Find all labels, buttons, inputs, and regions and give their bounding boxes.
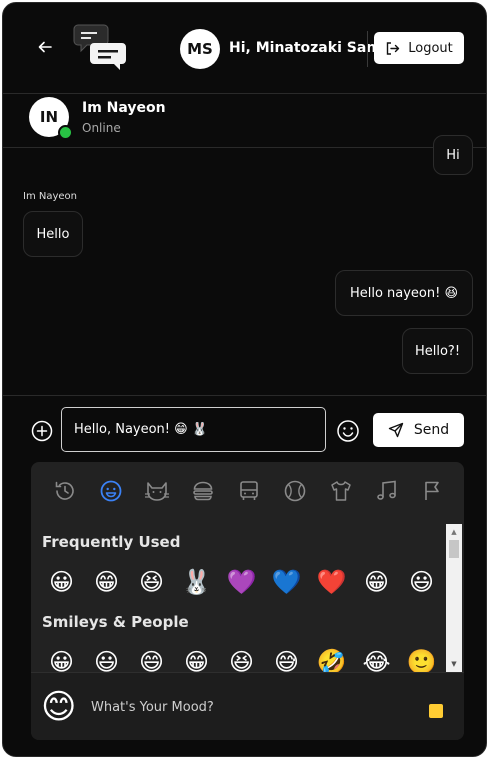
emoji-grinning[interactable]: 😀 [39,564,84,600]
add-attachment-icon[interactable] [31,420,53,442]
travel-icon [240,481,258,500]
category-tab-objects[interactable] [318,462,364,520]
food-icon [193,481,213,501]
skin-tone-selector[interactable] [429,704,443,718]
category-tab-animals[interactable] [134,462,180,520]
header-divider [367,31,368,67]
send-icon [388,422,404,438]
contact-status: Online [82,121,121,135]
scrollbar-thumb[interactable] [449,540,459,558]
category-tab-food[interactable] [180,462,226,520]
top-bar: MS Hi, Minatozaki Sana! Logout [3,3,486,94]
emoji-squinting-laugh[interactable]: 😆 [129,564,174,600]
online-status-dot [58,125,73,140]
chat-bubbles-logo-icon [73,24,126,70]
contact-header: IN Im Nayeon Online [3,93,486,148]
back-button[interactable] [35,37,55,57]
symbols-icon [377,480,396,500]
scroll-down-arrow-icon[interactable]: ▼ [446,660,462,668]
contact-name: Im Nayeon [82,100,166,116]
emoji-purple-heart[interactable]: 💜 [219,564,264,600]
scroll-up-arrow-icon[interactable]: ▲ [446,528,462,536]
logout-icon [387,41,400,55]
emoji-beaming[interactable]: 😁 [354,564,399,600]
activities-icon [284,480,306,502]
emoji-beaming[interactable]: 😁 [84,564,129,600]
emoji-rabbit[interactable]: 🐰 [174,564,219,600]
mood-preview-emoji: 😊 [41,687,77,727]
current-user-avatar: MS [180,29,220,69]
emoji-section-title: Frequently Used [42,533,181,551]
emoji-category-bar [31,462,464,520]
send-button[interactable]: Send [373,413,464,447]
message-bubble-outgoing: Hello nayeon! 😆 [335,270,473,316]
emoji-scrollbar[interactable]: ▲ ▼ [446,524,462,672]
chat-window: MS Hi, Minatozaki Sana! Logout IN Im Nay… [2,2,487,757]
message-input[interactable] [61,407,326,452]
category-tab-activities[interactable] [272,462,318,520]
emoji-red-heart[interactable]: ❤️ [309,564,354,600]
flags-icon [425,481,439,500]
emoji-picker-footer: 😊 What's Your Mood? [31,672,464,740]
animals-icon [145,482,169,501]
send-label: Send [413,422,450,438]
objects-icon [331,481,351,501]
category-tab-symbols[interactable] [364,462,410,520]
emoji-smiley[interactable]: 😃 [399,564,444,600]
emoji-row-frequently-used: 😀 😁 😆 🐰 💜 💙 ❤️ 😁 😃 [39,564,444,600]
emoji-blue-heart[interactable]: 💙 [264,564,309,600]
logout-label: Logout [408,40,453,56]
category-tab-smileys[interactable] [88,462,134,520]
message-sender-name: Im Nayeon [23,191,78,202]
message-bubble-incoming: Hello [23,211,83,257]
mood-prompt-text: What's Your Mood? [91,700,214,715]
emoji-section-title: Smileys & People [42,613,189,631]
smileys-icon [100,480,122,502]
emoji-picker-toggle-icon[interactable] [336,419,360,443]
message-bubble-outgoing: Hello?! [402,328,473,374]
category-tab-flags[interactable] [410,462,456,520]
recent-icon [55,481,74,500]
arrow-left-icon [38,41,52,53]
message-bubble-outgoing: Hi [433,135,473,175]
emoji-picker: Frequently Used 😀 😁 😆 🐰 💜 💙 ❤️ 😁 😃 Smile… [31,462,464,740]
category-tab-recent[interactable] [42,462,88,520]
logout-button[interactable]: Logout [374,32,464,64]
category-tab-travel[interactable] [226,462,272,520]
composer-divider [3,395,486,396]
